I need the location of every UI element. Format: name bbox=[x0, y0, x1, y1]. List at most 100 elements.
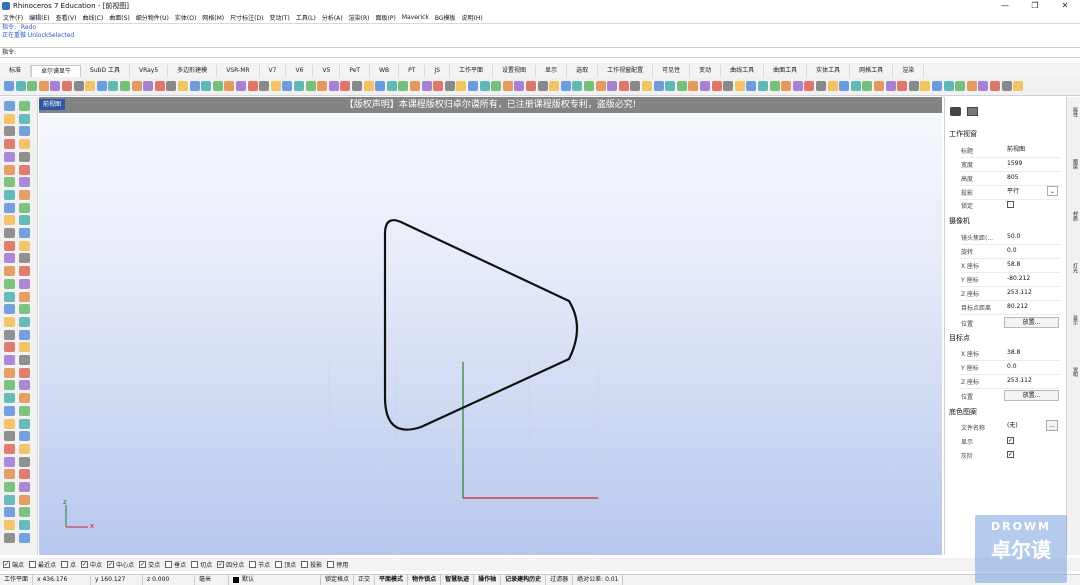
grayscale-checkbox[interactable]: ✓ bbox=[1007, 451, 1014, 458]
status-toggle[interactable]: 物件锁点 bbox=[408, 575, 442, 585]
menu-item[interactable]: 实体(O) bbox=[175, 13, 196, 22]
toolbar-tool-icon[interactable] bbox=[189, 81, 200, 91]
toolbar-tab[interactable]: 曲线工具 bbox=[721, 65, 765, 77]
toolbar-tool-icon[interactable] bbox=[108, 81, 119, 91]
left-tool-icon[interactable] bbox=[4, 278, 15, 289]
left-tool-icon[interactable] bbox=[19, 520, 30, 531]
toolbar-tool-icon[interactable] bbox=[421, 81, 432, 91]
toolbar-tool-icon[interactable] bbox=[15, 81, 26, 91]
left-tool-icon[interactable] bbox=[4, 151, 15, 162]
menu-item[interactable]: 编辑(E) bbox=[29, 13, 49, 22]
toolbar-tab[interactable]: 显示 bbox=[536, 65, 568, 77]
toolbar-tool-icon[interactable] bbox=[734, 81, 745, 91]
left-tool-icon[interactable] bbox=[4, 316, 15, 327]
left-tool-icon[interactable] bbox=[4, 139, 15, 150]
toolbar-tab[interactable]: V6 bbox=[286, 65, 314, 77]
toolbar-tool-icon[interactable] bbox=[120, 81, 130, 91]
osnap-item[interactable]: 投影 bbox=[301, 560, 322, 569]
toolbar-tool-icon[interactable] bbox=[653, 81, 664, 91]
toolbar-tool-icon[interactable] bbox=[781, 81, 792, 91]
viewport-front[interactable]: z x 【版权声明】本课程版权归卓尔谟所有，已注册课程版权专利，盗版必究! 前视… bbox=[39, 97, 942, 555]
toolbar-tab[interactable]: V5 bbox=[313, 65, 341, 77]
left-tool-icon[interactable] bbox=[4, 291, 15, 302]
toolbar-tool-icon[interactable] bbox=[282, 81, 293, 91]
toolbar-tool-icon[interactable] bbox=[676, 81, 687, 91]
right-panel-tab[interactable]: 显示 bbox=[1069, 315, 1079, 325]
left-tool-icon[interactable] bbox=[19, 342, 30, 353]
menu-item[interactable]: 变动(T) bbox=[269, 13, 289, 22]
toolbar-tool-icon[interactable] bbox=[978, 81, 989, 91]
left-tool-icon[interactable] bbox=[19, 507, 30, 518]
camera-tab-icon[interactable] bbox=[950, 107, 961, 116]
status-toggle[interactable]: 锁定格点 bbox=[321, 575, 355, 585]
browse-button[interactable]: ... bbox=[1046, 420, 1058, 431]
toolbar-tab[interactable]: VSR-MR bbox=[217, 65, 260, 77]
toolbar-tool-icon[interactable] bbox=[850, 81, 861, 91]
left-tool-icon[interactable] bbox=[4, 266, 15, 277]
left-tool-icon[interactable] bbox=[19, 189, 30, 200]
toolbar-tool-icon[interactable] bbox=[444, 81, 455, 91]
toolbar-tool-icon[interactable] bbox=[270, 81, 281, 91]
right-panel-tab[interactable]: 图层 bbox=[1069, 159, 1079, 169]
maximize-icon[interactable]: ❐ bbox=[1020, 0, 1050, 12]
toolbar-tool-icon[interactable] bbox=[792, 81, 803, 91]
left-tool-icon[interactable] bbox=[19, 164, 30, 175]
left-tool-icon[interactable] bbox=[4, 202, 15, 213]
left-tool-icon[interactable] bbox=[4, 456, 15, 467]
toolbar-tool-icon[interactable] bbox=[711, 81, 722, 91]
osnap-checkbox[interactable] bbox=[191, 561, 199, 568]
toolbar-tool-icon[interactable] bbox=[584, 81, 594, 91]
panel-row-value[interactable]: 253.112 bbox=[1004, 287, 1059, 299]
left-tool-icon[interactable] bbox=[4, 443, 15, 454]
right-panel-tab[interactable]: 说明 bbox=[1069, 367, 1079, 377]
left-tool-icon[interactable] bbox=[19, 316, 30, 327]
panel-row-value[interactable]: 0.0 bbox=[1004, 361, 1059, 373]
left-tool-icon[interactable] bbox=[19, 380, 30, 391]
left-tool-icon[interactable] bbox=[4, 469, 15, 480]
camera-place-button[interactable]: 放置... bbox=[1004, 317, 1059, 328]
toolbar-tool-icon[interactable] bbox=[178, 81, 188, 91]
left-tool-icon[interactable] bbox=[4, 164, 15, 175]
left-tool-icon[interactable] bbox=[4, 304, 15, 315]
panel-row-value[interactable]: -80.212 bbox=[1004, 273, 1059, 285]
right-panel-tab[interactable]: 材质 bbox=[1069, 211, 1079, 221]
left-tool-icon[interactable] bbox=[4, 405, 15, 416]
toolbar-tab[interactable]: 工作视窗配置 bbox=[598, 65, 654, 77]
toolbar-tool-icon[interactable] bbox=[502, 81, 513, 91]
toolbar-tool-icon[interactable] bbox=[456, 81, 467, 91]
panel-row-value[interactable]: 前视图 bbox=[1004, 144, 1059, 156]
right-panel-tab[interactable]: 灯光 bbox=[1069, 263, 1079, 273]
toolbar-tool-icon[interactable] bbox=[96, 81, 107, 91]
left-tool-icon[interactable] bbox=[19, 355, 30, 365]
menu-item[interactable]: 查看(V) bbox=[56, 13, 77, 22]
target-place-button[interactable]: 放置... bbox=[1004, 390, 1059, 401]
toolbar-tool-icon[interactable] bbox=[700, 81, 710, 91]
osnap-item[interactable]: ✓ 中点 bbox=[81, 560, 102, 569]
toolbar-tab[interactable]: 实体工具 bbox=[807, 65, 851, 77]
left-tool-icon[interactable] bbox=[4, 355, 15, 365]
left-tool-icon[interactable] bbox=[4, 482, 15, 492]
osnap-item[interactable]: 最近点 bbox=[29, 560, 56, 569]
left-tool-icon[interactable] bbox=[19, 405, 30, 416]
show-checkbox[interactable]: ✓ bbox=[1007, 437, 1014, 444]
toolbar-tab[interactable]: 渲染 bbox=[893, 65, 925, 77]
toolbar-tab[interactable]: PeT bbox=[340, 65, 371, 77]
left-tool-icon[interactable] bbox=[19, 228, 30, 238]
left-tool-icon[interactable] bbox=[4, 189, 15, 200]
status-toggle[interactable]: 操作轴 bbox=[474, 575, 502, 585]
toolbar-tool-icon[interactable] bbox=[62, 81, 72, 91]
toolbar-tool-icon[interactable] bbox=[920, 81, 931, 91]
toolbar-tab[interactable]: JS bbox=[425, 65, 451, 77]
osnap-checkbox[interactable]: ✓ bbox=[81, 561, 89, 568]
toolbar-tool-icon[interactable] bbox=[166, 81, 177, 91]
left-tool-icon[interactable] bbox=[4, 507, 15, 518]
left-tool-icon[interactable] bbox=[4, 418, 15, 429]
toolbar-tool-icon[interactable] bbox=[897, 81, 908, 91]
toolbar-tool-icon[interactable] bbox=[386, 81, 397, 91]
status-toggle[interactable]: 记录建构历史 bbox=[501, 575, 547, 585]
toolbar-tool-icon[interactable] bbox=[305, 81, 316, 91]
minimize-icon[interactable]: — bbox=[990, 0, 1020, 12]
toolbar-tool-icon[interactable] bbox=[236, 81, 246, 91]
panel-row-value[interactable]: 50.0 bbox=[1004, 231, 1059, 243]
toolbar-tool-icon[interactable] bbox=[827, 81, 838, 91]
